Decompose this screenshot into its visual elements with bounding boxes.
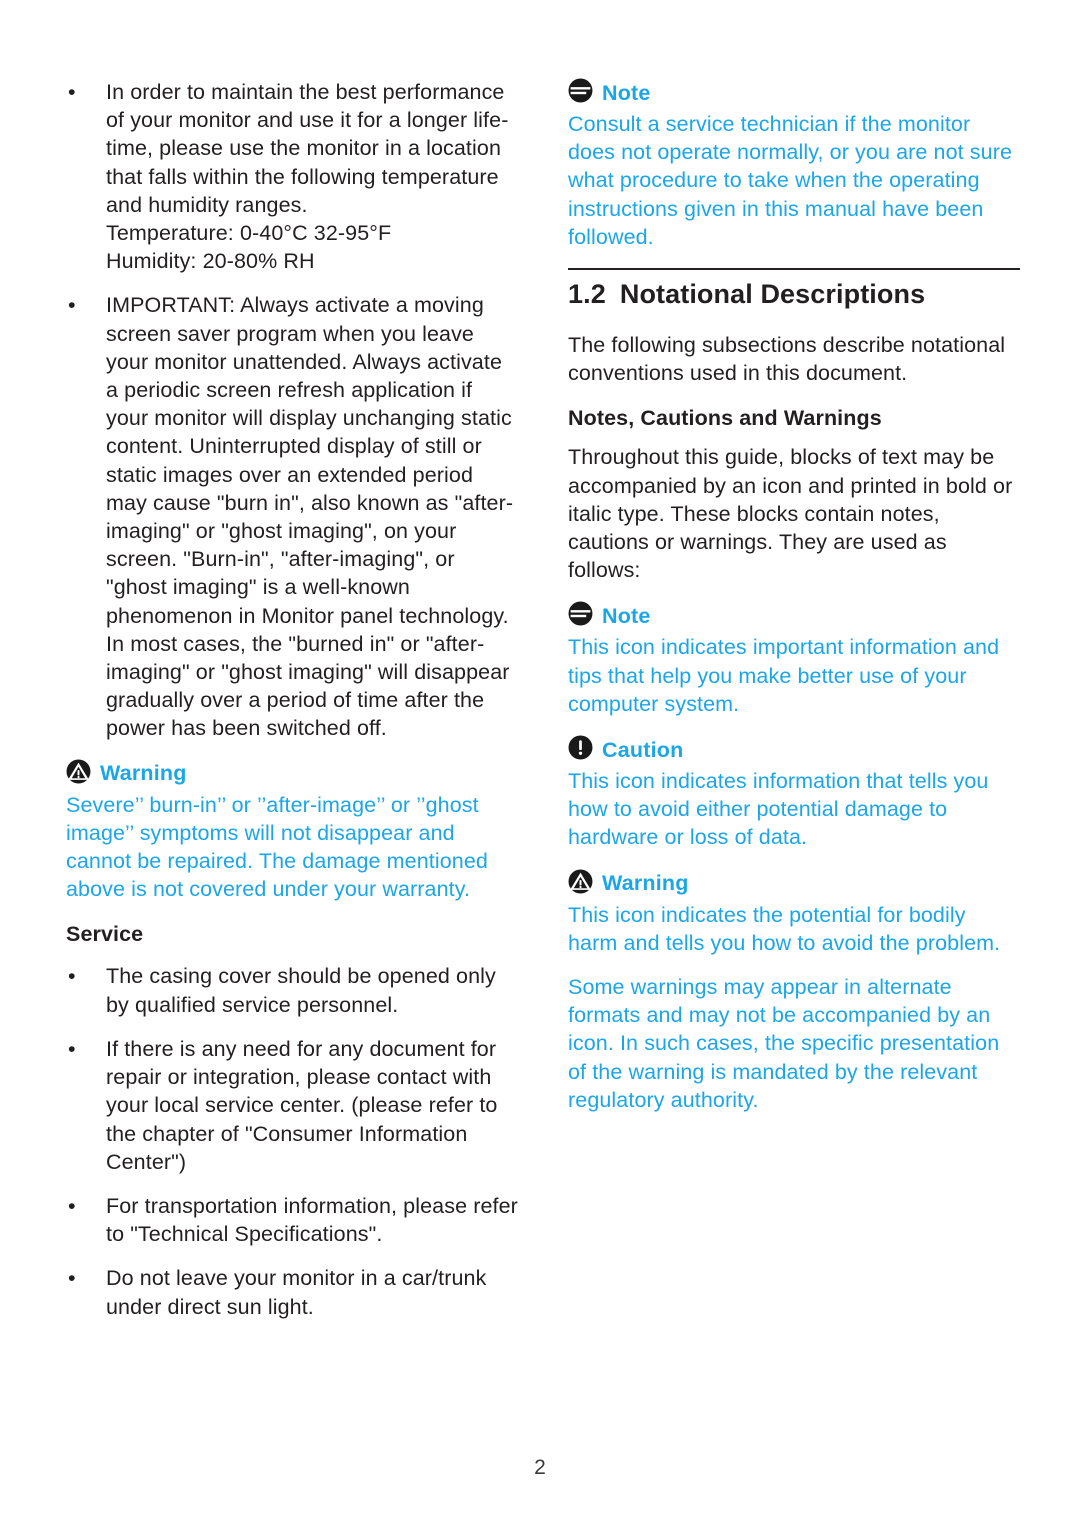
section-rule bbox=[568, 268, 1020, 271]
list-item: • Do not leave your monitor in a car/tru… bbox=[66, 1264, 518, 1320]
warning-callout: Warning Severe’’ burn-in’’ or ’’after-im… bbox=[66, 759, 518, 904]
caution-label: Caution bbox=[602, 737, 684, 762]
warning-triangle-icon bbox=[66, 759, 91, 789]
subsection-heading: Notes, Cautions and Warnings bbox=[568, 406, 882, 431]
note-body: This icon indicates important informatio… bbox=[568, 635, 1000, 716]
bullet-text: Do not leave your monitor in a car/trunk… bbox=[106, 1266, 487, 1319]
section-intro: The following subsections describe notat… bbox=[568, 333, 1006, 386]
caution-callout-header: Caution bbox=[568, 735, 1020, 765]
note-callout-top-header: Note bbox=[568, 78, 1020, 108]
caution-exclamation-icon bbox=[568, 735, 593, 765]
warning-callout: Warning This icon indicates the potentia… bbox=[568, 869, 1020, 1114]
caution-body: This icon indicates information that tel… bbox=[568, 769, 989, 850]
bullet-text: IMPORTANT: Always activate a moving scre… bbox=[106, 293, 514, 741]
note-label: Note bbox=[602, 603, 651, 628]
page-title: 1.2 Notational Descriptions bbox=[568, 277, 1020, 311]
list-item: • If there is any need for any document … bbox=[66, 1035, 518, 1176]
service-heading: Service bbox=[66, 922, 144, 947]
left-column: • In order to maintain the best performa… bbox=[66, 78, 518, 1337]
list-item: • In order to maintain the best performa… bbox=[66, 78, 518, 275]
section-number: 1.2 bbox=[568, 279, 606, 310]
warning-body-secondary: Some warnings may appear in alternate fo… bbox=[568, 975, 1000, 1112]
warning-callout-header: Warning bbox=[66, 759, 518, 789]
note-icon bbox=[568, 78, 593, 108]
bullet-dot: • bbox=[68, 964, 76, 989]
note-body: Consult a service technician if the moni… bbox=[568, 112, 1013, 249]
note-icon bbox=[568, 601, 593, 631]
note-callout-header: Note bbox=[568, 601, 1020, 631]
bullet-text: The casing cover should be opened only b… bbox=[106, 964, 496, 1017]
bullet-dot: • bbox=[68, 293, 76, 318]
section-title-text: Notational Descriptions bbox=[619, 279, 926, 310]
warning-body: Severe’’ burn-in’’ or ’’after-image’’ or… bbox=[66, 792, 488, 902]
note-callout: Note This icon indicates important infor… bbox=[568, 601, 1020, 718]
list-item: • IMPORTANT: Always activate a moving sc… bbox=[66, 291, 518, 742]
bullet-text: In order to maintain the best performanc… bbox=[106, 80, 509, 217]
bullet-dot: • bbox=[68, 80, 76, 104]
warning-label: Warning bbox=[100, 761, 187, 786]
bullet-text: For transportation information, please r… bbox=[106, 1193, 518, 1247]
warning-triangle-icon bbox=[568, 869, 593, 899]
bullet-dot: • bbox=[68, 1266, 76, 1291]
warning-body: This icon indicates the potential for bo… bbox=[568, 902, 1001, 955]
humidity-spec: Humidity: 20-80% RH bbox=[106, 249, 315, 274]
caution-callout: Caution This icon indicates information … bbox=[568, 735, 1020, 852]
document-page: • In order to maintain the best performa… bbox=[0, 0, 1080, 1532]
bullet-dot: • bbox=[68, 1193, 76, 1218]
right-column: Note Consult a service technician if the… bbox=[568, 78, 1020, 1131]
note-callout-top: Note Consult a service technician if the… bbox=[568, 78, 1020, 251]
subsection-intro: Throughout this guide, blocks of text ma… bbox=[568, 445, 1013, 583]
bullet-text: If there is any need for any document fo… bbox=[106, 1036, 498, 1174]
temperature-spec: Temperature: 0-40°C 32-95°F bbox=[106, 221, 392, 246]
list-item: • For transportation information, please… bbox=[66, 1192, 518, 1248]
warning-callout-header: Warning bbox=[568, 869, 1020, 899]
page-number: 2 bbox=[534, 1456, 546, 1479]
note-label: Note bbox=[602, 80, 651, 105]
bullet-dot: • bbox=[68, 1036, 76, 1061]
warning-label: Warning bbox=[602, 871, 689, 896]
list-item: • The casing cover should be opened only… bbox=[66, 962, 518, 1018]
